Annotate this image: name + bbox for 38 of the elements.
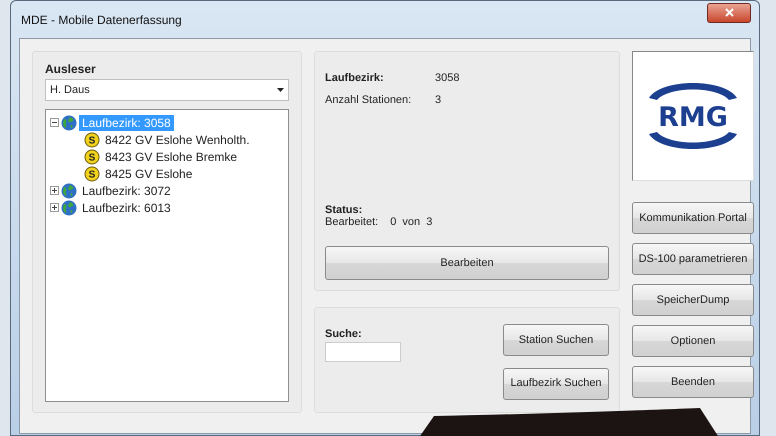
close-button[interactable]	[707, 2, 751, 22]
globe-icon	[61, 200, 77, 216]
expand-icon[interactable]	[50, 186, 59, 195]
reader-dropdown[interactable]: H. Daus	[45, 79, 289, 101]
tree-item[interactable]: Laufbezirk: 3072	[79, 182, 174, 198]
close-icon	[724, 8, 734, 17]
globe-icon	[61, 114, 77, 130]
dropdown-caret-icon	[277, 88, 284, 92]
reader-label: Ausleser	[45, 62, 97, 76]
tree-item[interactable]: 8422 GV Eslohe Wenholth.	[102, 132, 253, 148]
search-label: Suche:	[325, 328, 363, 340]
edit-button[interactable]: Bearbeiten	[325, 246, 609, 280]
search-station-button[interactable]: Station Suchen	[503, 324, 609, 356]
exit-button[interactable]: Beenden	[632, 366, 754, 398]
portal-button[interactable]: Kommunikation Portal	[632, 202, 754, 234]
options-button[interactable]: Optionen	[632, 325, 754, 357]
stations-value: 3	[435, 94, 442, 106]
logo: RMG	[641, 72, 745, 160]
globe-icon	[61, 182, 77, 198]
expand-icon[interactable]	[50, 203, 59, 212]
processed-value: 0 von 3	[390, 216, 432, 228]
parameterize-button[interactable]: DS-100 parametrieren	[632, 243, 754, 275]
tree-item[interactable]: Laufbezirk: 6013	[79, 200, 174, 216]
search-district-button[interactable]: Laufbezirk Suchen	[503, 368, 609, 400]
collapse-icon[interactable]	[50, 118, 59, 127]
district-value: 3058	[435, 72, 460, 84]
status-label: Status:	[325, 204, 364, 216]
coin-icon: S	[84, 166, 100, 182]
district-label: Laufbezirk:	[325, 72, 385, 84]
tree-item[interactable]: 8425 GV Eslohe	[102, 166, 196, 182]
processed-label: Bearbeitet:	[325, 216, 378, 228]
stations-label: Anzahl Stationen:	[325, 94, 412, 106]
memory-dump-button[interactable]: SpeicherDump	[632, 284, 754, 316]
coin-icon: S	[84, 148, 100, 164]
window-title: MDE - Mobile Datenerfassung	[20, 12, 183, 26]
coin-icon: S	[84, 132, 100, 148]
search-field[interactable]	[325, 342, 401, 362]
tree-item[interactable]: 8423 GV Eslohe Bremke	[102, 148, 240, 164]
